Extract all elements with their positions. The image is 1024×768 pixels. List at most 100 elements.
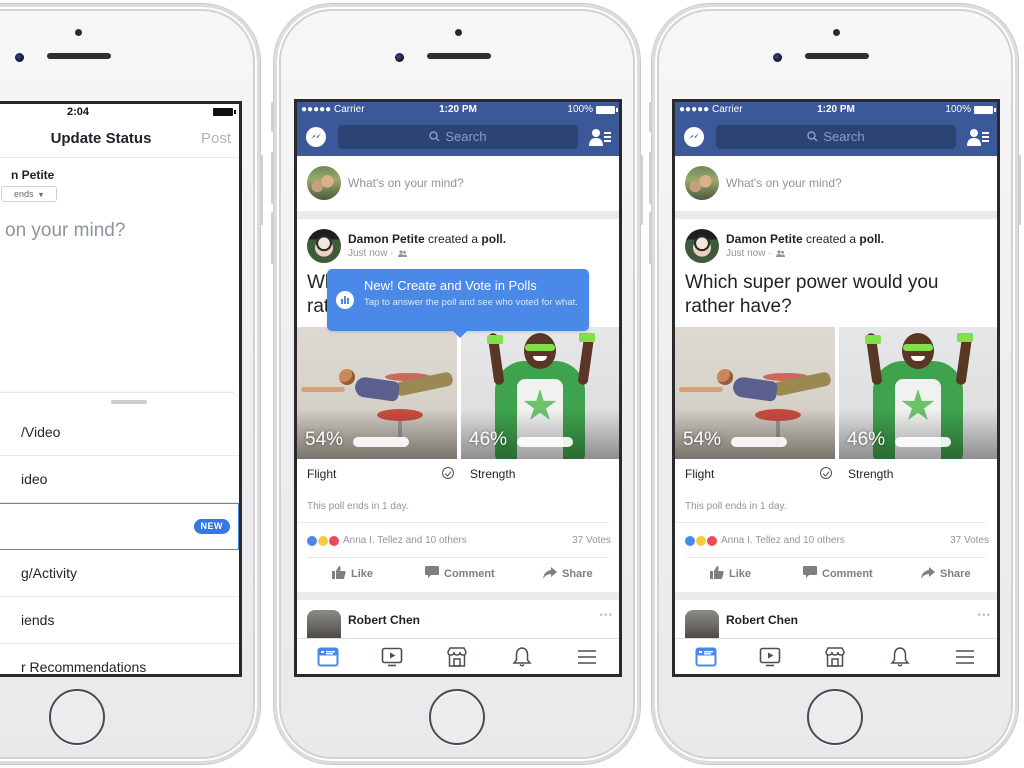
- like-button[interactable]: Like: [710, 566, 751, 580]
- composer[interactable]: What's on your mind?: [297, 156, 619, 211]
- author-avatar[interactable]: [307, 229, 341, 263]
- comment-button[interactable]: Comment: [425, 566, 495, 580]
- battery-percent: 100%: [567, 104, 593, 115]
- poll-chart-icon: [336, 291, 354, 309]
- share-label: Share: [562, 568, 593, 580]
- poll-option-image-strength[interactable]: 46%: [461, 327, 619, 459]
- tab-menu-icon[interactable]: [576, 646, 598, 668]
- power-button: [260, 155, 263, 225]
- front-camera: [15, 53, 24, 62]
- comment-button[interactable]: Comment: [803, 566, 873, 580]
- tooltip-title: New! Create and Vote in Polls: [364, 278, 537, 293]
- battery-percent: 100%: [945, 104, 971, 115]
- friend-requests-icon[interactable]: [967, 127, 989, 152]
- photo-detail: [717, 369, 733, 385]
- share-icon: [543, 566, 557, 579]
- poll-option-strength[interactable]: Strength: [470, 467, 515, 481]
- poll-option-image-flight[interactable]: 54%: [675, 327, 835, 459]
- tab-watch-icon[interactable]: [381, 646, 403, 668]
- option-percent-bar: [517, 437, 573, 447]
- tab-marketplace-icon[interactable]: [824, 646, 846, 668]
- post-author-line: Damon Petite created a poll.: [726, 232, 884, 246]
- reactions-text[interactable]: Anna I. Tellez and 10 others: [343, 535, 467, 546]
- tab-notifications-icon[interactable]: [511, 646, 533, 668]
- poll-option-image-strength[interactable]: 46%: [839, 327, 997, 459]
- next-post: Robert Chen •••: [297, 600, 619, 644]
- home-button[interactable]: [49, 689, 105, 745]
- audience-selector[interactable]: ends ▼: [1, 186, 57, 202]
- poll-option-flight[interactable]: Flight: [685, 467, 714, 481]
- author-avatar[interactable]: [685, 229, 719, 263]
- friend-requests-icon[interactable]: [589, 127, 611, 152]
- composer-prompt[interactable]: What's on your mind?: [348, 176, 464, 190]
- like-label: Like: [351, 568, 374, 580]
- tab-news-feed-icon[interactable]: [317, 646, 339, 668]
- share-label: Share: [940, 568, 971, 580]
- home-button[interactable]: [807, 689, 863, 745]
- option-percent-bar: [731, 437, 787, 447]
- poll-option-flight[interactable]: Flight: [307, 467, 336, 481]
- love-reaction-icon: [328, 535, 340, 547]
- tab-watch-icon[interactable]: [759, 646, 781, 668]
- composer-prompt[interactable]: What's on your mind?: [726, 176, 842, 190]
- reactions-row[interactable]: Anna I. Tellez and 10 others 37 Votes: [306, 523, 611, 558]
- user-name: n Petite: [11, 168, 55, 182]
- poll-ends-text: This poll ends in 1 day.: [675, 489, 987, 523]
- option-feeling-activity[interactable]: g/Activity: [0, 550, 239, 597]
- tab-bar: [297, 638, 619, 674]
- option-recommendations[interactable]: r Recommendations: [0, 644, 239, 674]
- reactions-row[interactable]: Anna I. Tellez and 10 others 37 Votes: [684, 523, 989, 558]
- post-button[interactable]: Post: [201, 130, 231, 147]
- option-live-video[interactable]: ideo: [0, 456, 239, 503]
- poll-option-image-flight[interactable]: 54%: [297, 327, 457, 459]
- mute-switch: [649, 102, 652, 132]
- photo-detail: [525, 344, 555, 351]
- option-tag-friends[interactable]: iends: [0, 597, 239, 644]
- user-avatar: [685, 166, 719, 200]
- poll-options: Flight Strength: [675, 459, 997, 489]
- post-object: poll.: [481, 232, 507, 246]
- option-photo-video[interactable]: /Video: [0, 409, 239, 456]
- search-input[interactable]: Search: [338, 125, 578, 149]
- composer[interactable]: What's on your mind?: [675, 156, 997, 211]
- author-name[interactable]: Damon Petite: [348, 232, 425, 246]
- user-avatar: [307, 166, 341, 200]
- sheet-grab-handle[interactable]: [111, 400, 147, 404]
- poll-option-strength[interactable]: Strength: [848, 467, 893, 481]
- votes-count[interactable]: 37 Votes: [950, 535, 989, 546]
- tab-marketplace-icon[interactable]: [446, 646, 468, 668]
- divider: [297, 592, 619, 600]
- search-input[interactable]: Search: [716, 125, 956, 149]
- tab-news-feed-icon[interactable]: [695, 646, 717, 668]
- photo-detail: [579, 333, 595, 342]
- tab-notifications-icon[interactable]: [889, 646, 911, 668]
- author-name[interactable]: Robert Chen: [348, 613, 420, 627]
- screen: ●●●●● Carrier 1:20 PM 100% Search What's…: [672, 99, 1000, 677]
- status-input[interactable]: on your mind?: [5, 220, 125, 242]
- polls-tooltip[interactable]: New! Create and Vote in Polls Tap to ans…: [327, 269, 589, 338]
- option-poll[interactable]: NEW: [0, 503, 239, 550]
- option-percent: 46%: [847, 429, 886, 450]
- poll-question: Which super power would you rather have?: [685, 272, 939, 317]
- like-button[interactable]: Like: [332, 566, 374, 580]
- share-button[interactable]: Share: [921, 566, 971, 580]
- next-post: Robert Chen •••: [675, 600, 997, 644]
- nav-bar: Update Status Post: [0, 120, 239, 158]
- home-button[interactable]: [429, 689, 485, 745]
- author-name[interactable]: Robert Chen: [726, 613, 798, 627]
- messenger-icon[interactable]: [306, 127, 326, 147]
- messenger-icon[interactable]: [684, 127, 704, 147]
- votes-count[interactable]: 37 Votes: [572, 535, 611, 546]
- search-placeholder: Search: [823, 129, 865, 144]
- tab-menu-icon[interactable]: [954, 646, 976, 668]
- post-header: Damon Petite created a poll. Just now ·: [297, 219, 619, 267]
- reactions-text[interactable]: Anna I. Tellez and 10 others: [721, 535, 845, 546]
- author-name[interactable]: Damon Petite: [726, 232, 803, 246]
- share-button[interactable]: Share: [543, 566, 593, 580]
- more-options-icon[interactable]: •••: [599, 610, 613, 621]
- power-button: [1018, 155, 1021, 225]
- option-percent-bar: [353, 437, 409, 447]
- voted-check-icon: [442, 467, 454, 479]
- photo-detail: [339, 369, 355, 385]
- more-options-icon[interactable]: •••: [977, 610, 991, 621]
